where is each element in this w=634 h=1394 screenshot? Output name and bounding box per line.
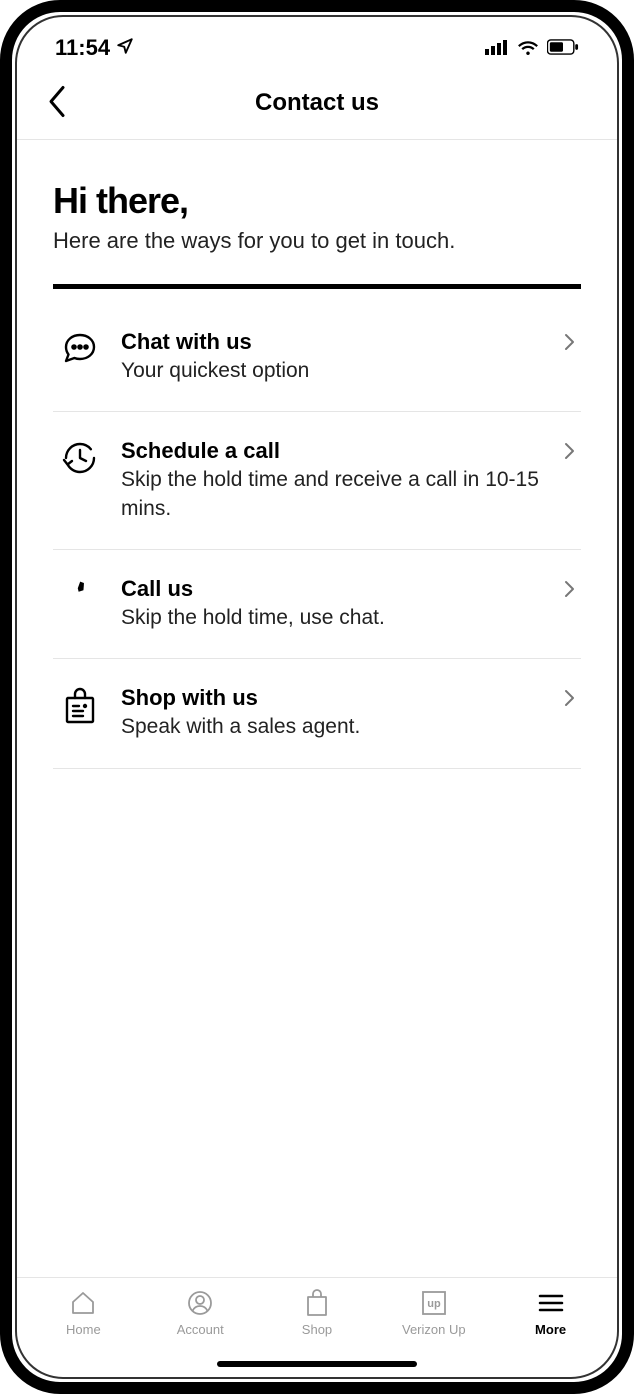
tab-account[interactable]: Account (142, 1288, 259, 1337)
clock-callback-icon (57, 438, 103, 476)
chevron-right-icon (563, 580, 575, 603)
screen: 11:54 Contact us (15, 15, 619, 1379)
page-title: Contact us (255, 89, 379, 117)
status-left: 11:54 (55, 35, 134, 61)
tab-label: Verizon Up (402, 1322, 466, 1337)
signal-icon (485, 35, 509, 61)
menu-icon (537, 1288, 565, 1318)
option-shop[interactable]: Shop with us Speak with a sales agent. (53, 659, 581, 768)
tab-more[interactable]: More (492, 1288, 609, 1337)
svg-text:up: up (427, 1298, 441, 1310)
chevron-right-icon (563, 333, 575, 356)
tab-label: Account (177, 1322, 224, 1337)
bag-icon (304, 1288, 330, 1318)
status-right (485, 35, 579, 61)
option-desc: Skip the hold time, use chat. (121, 604, 547, 632)
chat-icon (57, 329, 103, 367)
greeting: Hi there, (53, 180, 581, 222)
home-icon (69, 1288, 97, 1318)
phone-frame: 11:54 Contact us (0, 0, 634, 1394)
subtitle: Here are the ways for you to get in touc… (53, 228, 581, 254)
wifi-icon (517, 35, 539, 61)
tab-bar: Home Account Shop up (17, 1277, 617, 1351)
tab-label: Home (66, 1322, 101, 1337)
tab-verizon-up[interactable]: up Verizon Up (375, 1288, 492, 1337)
option-title: Schedule a call (121, 438, 547, 464)
content: Hi there, Here are the ways for you to g… (17, 140, 617, 1277)
option-schedule[interactable]: Schedule a call Skip the hold time and r… (53, 412, 581, 550)
status-bar: 11:54 (17, 17, 617, 69)
option-title: Shop with us (121, 685, 547, 711)
tab-label: Shop (302, 1322, 332, 1337)
divider (53, 284, 581, 289)
chevron-right-icon (563, 442, 575, 465)
verizon-up-icon: up (420, 1288, 448, 1318)
account-icon (186, 1288, 214, 1318)
page-header: Contact us (17, 69, 617, 140)
home-indicator[interactable] (217, 1361, 417, 1367)
option-desc: Your quickest option (121, 357, 547, 385)
chevron-right-icon (563, 689, 575, 712)
tab-home[interactable]: Home (25, 1288, 142, 1337)
option-title: Chat with us (121, 329, 547, 355)
option-call[interactable]: Call us Skip the hold time, use chat. (53, 550, 581, 659)
phone-icon (57, 576, 103, 614)
tab-label: More (535, 1322, 566, 1337)
option-desc: Skip the hold time and receive a call in… (121, 466, 547, 523)
option-chat[interactable]: Chat with us Your quickest option (53, 303, 581, 412)
shopping-bag-icon (57, 685, 103, 725)
tab-shop[interactable]: Shop (259, 1288, 376, 1337)
option-title: Call us (121, 576, 547, 602)
option-desc: Speak with a sales agent. (121, 713, 547, 741)
location-icon (116, 37, 134, 60)
back-button[interactable] (45, 84, 67, 125)
status-time: 11:54 (55, 35, 110, 61)
battery-icon (547, 35, 579, 61)
